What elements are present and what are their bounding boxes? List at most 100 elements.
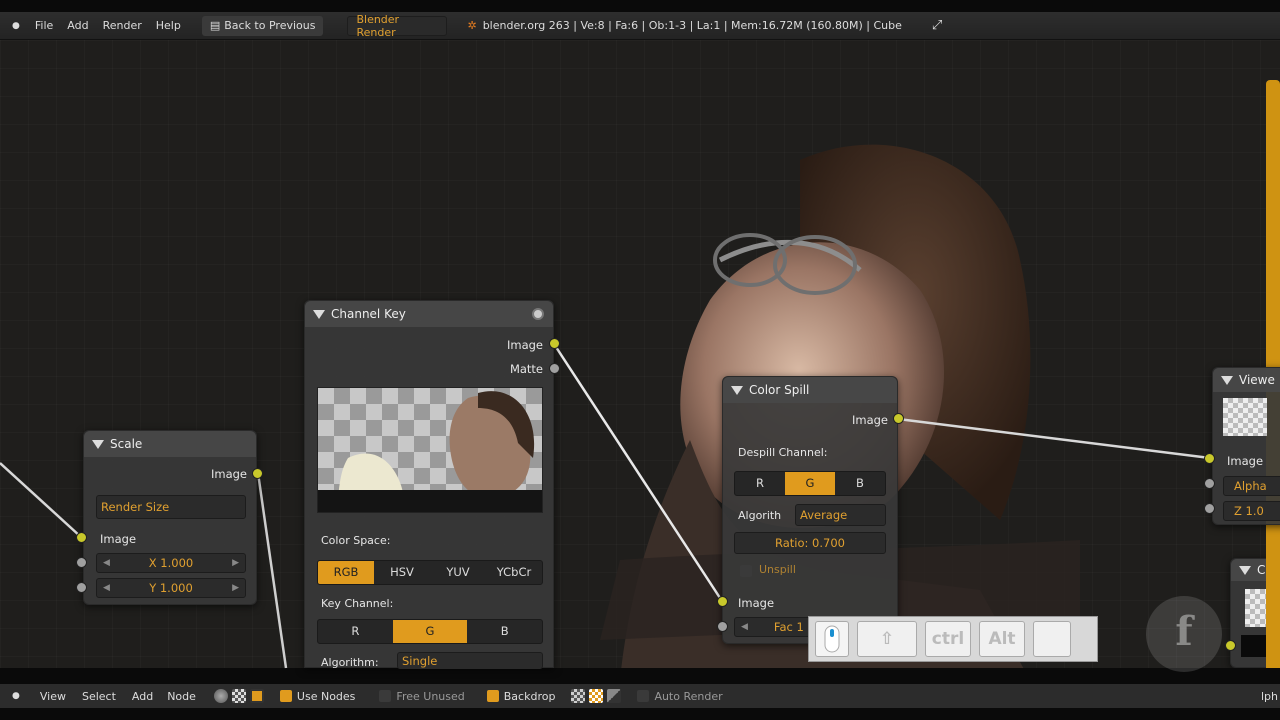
algorithm-select[interactable]: Single	[397, 652, 543, 669]
spill-algorithm-value: Average	[800, 508, 848, 522]
scale-output-image-label: Image	[210, 467, 247, 481]
scale-input-image-label: Image	[100, 532, 137, 546]
despill-channel-g[interactable]: G	[785, 472, 835, 495]
free-unused-checkbox[interactable]	[379, 690, 392, 702]
blender-logo-icon: ✲	[467, 19, 477, 32]
shader-nodes-icon[interactable]	[213, 689, 228, 703]
collapse-icon[interactable]	[731, 385, 743, 395]
scale-x-field[interactable]: ◀ X 1.000 ▶	[96, 553, 246, 573]
despill-channel-r[interactable]: R	[735, 472, 785, 495]
right-edge-label: lph	[1260, 689, 1278, 703]
channel-key-image-socket[interactable]	[549, 338, 560, 349]
scale-y-left-arrow-icon[interactable]: ◀	[103, 583, 110, 593]
editor-type-icon[interactable]: ●	[12, 21, 20, 31]
render-engine-label: Blender Render	[356, 12, 400, 39]
key-channel-g[interactable]: G	[392, 620, 468, 643]
auto-render-label: Auto Render	[654, 689, 723, 703]
watermark-logo: f	[1146, 596, 1222, 672]
scale-mode-select[interactable]: Render Size	[96, 495, 246, 519]
channel-key-node[interactable]: Channel Key Image Matte Color Space: RGB…	[304, 300, 554, 669]
viewer-image-socket[interactable]	[1204, 453, 1215, 464]
color-spill-output-socket[interactable]	[893, 413, 904, 424]
color-space-selector[interactable]: RGB HSV YUV YCbCr	[317, 560, 543, 585]
scale-input-x-socket[interactable]	[76, 557, 87, 568]
viewer-alpha-socket[interactable]	[1204, 478, 1215, 489]
collapse-icon[interactable]	[92, 439, 104, 449]
color-space-rgb[interactable]: RGB	[318, 561, 374, 584]
node-editor-header: ● View Select Add Node Use Nodes Free Un…	[0, 684, 1280, 708]
backdrop-channel-icon[interactable]	[607, 689, 622, 703]
shift-key-icon: ⇧	[857, 621, 917, 657]
collapse-icon[interactable]	[1239, 565, 1251, 575]
alt-key: Alt	[979, 621, 1025, 657]
compositing-nodes-icon[interactable]	[249, 689, 264, 703]
despill-channel-selector[interactable]: R G B	[734, 471, 886, 496]
viewer-z-value: Z 1.0	[1234, 504, 1264, 518]
stats-text: blender.org 263 | Ve:8 | Fa:6 | Ob:1-3 |…	[482, 19, 902, 32]
scale-y-right-arrow-icon[interactable]: ▶	[232, 583, 239, 593]
use-nodes-checkbox[interactable]	[279, 690, 292, 702]
fullscreen-icon[interactable]: ⤢	[932, 18, 942, 33]
key-channel-selector[interactable]: R G B	[317, 619, 543, 644]
menu-add-node[interactable]: Add	[126, 690, 159, 703]
backdrop-alpha-icon[interactable]	[589, 689, 604, 703]
menu-render[interactable]: Render	[96, 19, 149, 32]
scale-x-left-arrow-icon[interactable]: ◀	[103, 558, 110, 568]
key-channel-r[interactable]: R	[318, 620, 393, 643]
render-engine-select[interactable]: Blender Render	[347, 12, 448, 39]
menu-node[interactable]: Node	[161, 690, 202, 703]
backdrop-checker-icon[interactable]	[571, 689, 586, 703]
color-spill-title: Color Spill	[749, 383, 810, 397]
node-preview-toggle-icon[interactable]	[532, 308, 544, 320]
scale-input-image-socket[interactable]	[76, 532, 87, 543]
color-space-ycbcr[interactable]: YCbCr	[486, 561, 542, 584]
viewer-z-field[interactable]: Z 1.0	[1223, 501, 1280, 521]
despill-channel-label: Despill Channel:	[738, 446, 828, 459]
back-to-previous-button[interactable]: ▤ Back to Previous	[201, 15, 324, 36]
color-space-hsv[interactable]: HSV	[374, 561, 430, 584]
scale-x-right-arrow-icon[interactable]: ▶	[232, 558, 239, 568]
backdrop-checkbox[interactable]	[486, 690, 499, 702]
editor-type-icon[interactable]: ●	[12, 691, 20, 701]
partial-node-socket[interactable]	[1225, 640, 1236, 651]
color-spill-input-image-socket[interactable]	[717, 596, 728, 607]
collapse-icon[interactable]	[1221, 375, 1233, 385]
algorithm-label: Algorithm:	[321, 656, 379, 669]
ctrl-key: ctrl	[925, 621, 971, 657]
unspill-checkbox[interactable]	[740, 565, 752, 577]
spill-algorithm-select[interactable]: Average	[795, 504, 886, 526]
free-unused-label: Free Unused	[396, 689, 465, 703]
viewer-image-label: Image	[1227, 454, 1264, 468]
viewer-node[interactable]: Viewe Image Alpha Z 1.0	[1212, 367, 1280, 525]
despill-channel-b[interactable]: B	[835, 472, 885, 495]
texture-nodes-icon[interactable]	[231, 689, 246, 703]
scene-stats: ✲ blender.org 263 | Ve:8 | Fa:6 | Ob:1-3…	[467, 19, 901, 32]
color-spill-fac-socket[interactable]	[717, 621, 728, 632]
color-space-yuv[interactable]: YUV	[430, 561, 486, 584]
partial-node-title: C	[1257, 563, 1266, 577]
collapse-icon[interactable]	[313, 309, 325, 319]
viewer-alpha-field[interactable]: Alpha	[1223, 476, 1280, 496]
channel-key-output-matte-label: Matte	[509, 362, 543, 376]
scale-y-value: Y 1.000	[149, 581, 193, 595]
use-nodes-label: Use Nodes	[296, 689, 356, 703]
viewer-z-socket[interactable]	[1204, 503, 1215, 514]
menu-select[interactable]: Select	[76, 690, 122, 703]
color-spill-node[interactable]: Color Spill Image Despill Channel: R G B…	[722, 376, 898, 644]
key-channel-b[interactable]: B	[467, 620, 542, 643]
scale-input-y-socket[interactable]	[76, 582, 87, 593]
menu-help[interactable]: Help	[149, 19, 188, 32]
auto-render-checkbox[interactable]	[637, 690, 650, 702]
menu-add[interactable]: Add	[60, 19, 95, 32]
menu-file[interactable]: File	[28, 19, 60, 32]
scale-node[interactable]: Scale Image Render Size Image ◀ X 1.000 …	[83, 430, 257, 605]
menu-view[interactable]: View	[34, 690, 72, 703]
channel-key-matte-socket[interactable]	[549, 363, 560, 374]
fac-left-arrow-icon[interactable]: ◀	[741, 622, 748, 632]
ratio-slider[interactable]: Ratio: 0.700	[734, 532, 886, 554]
scale-output-socket[interactable]	[252, 468, 263, 479]
color-spill-output-image-label: Image	[851, 413, 888, 427]
scale-y-field[interactable]: ◀ Y 1.000 ▶	[96, 578, 246, 598]
backdrop-label: Backdrop	[503, 689, 556, 703]
scale-node-title: Scale	[110, 437, 143, 451]
